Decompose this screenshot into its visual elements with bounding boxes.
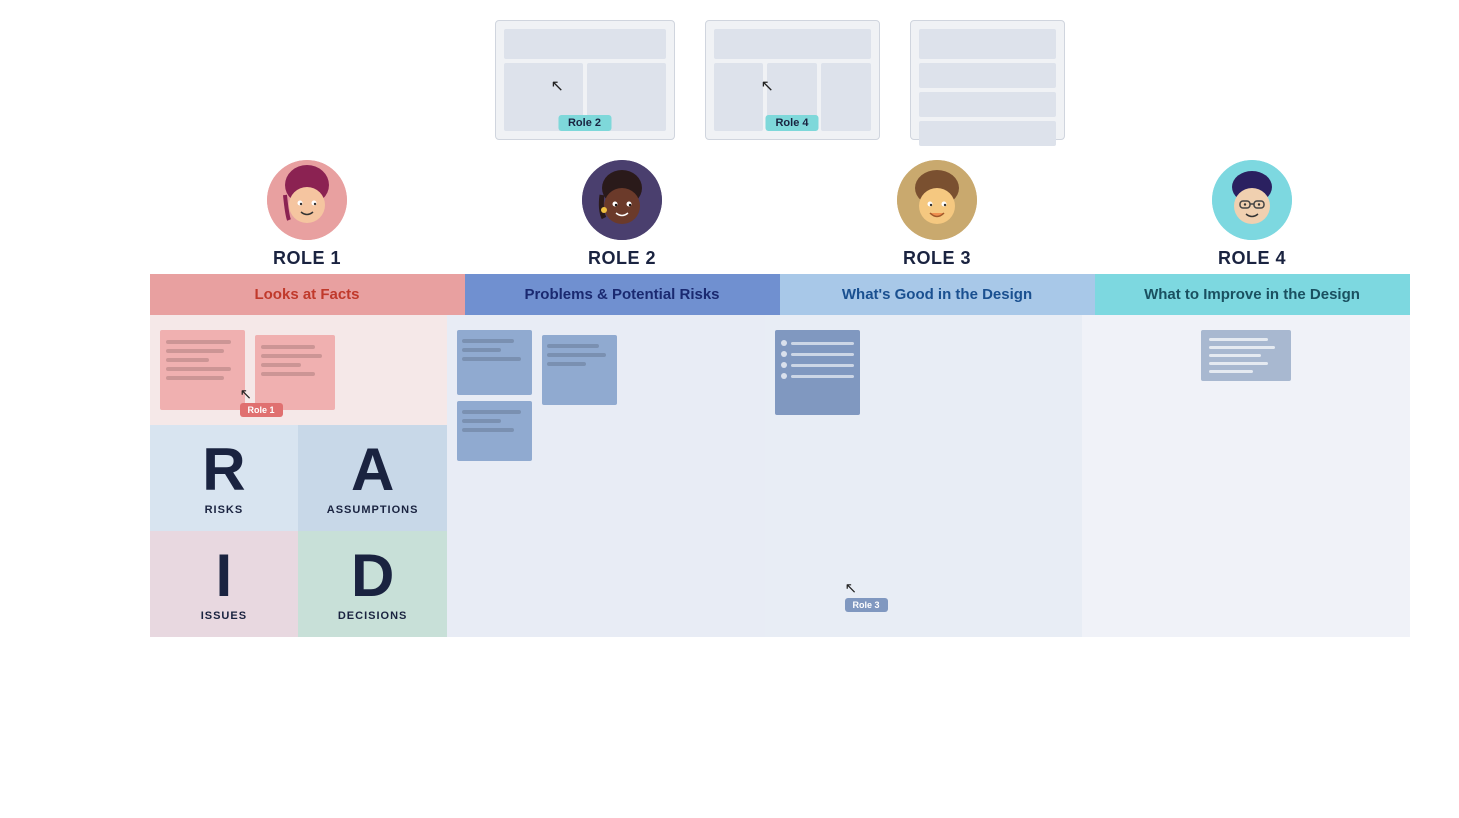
cursor-role3: ↖ <box>845 579 858 597</box>
raid-letter-d: D <box>351 546 394 606</box>
screen-mockup-1: ↖ Role 2 <box>495 20 675 140</box>
sticky-1 <box>160 330 245 410</box>
avatars-row: ROLE 1 <box>150 150 1410 274</box>
screen-inner-3 <box>911 21 1064 139</box>
role3-content: ↖ Role 3 <box>765 315 1083 637</box>
raid-letter-i: I <box>216 546 233 606</box>
screen-block-3d <box>919 121 1056 146</box>
bar-label-2: Problems & Potential Risks <box>524 286 719 303</box>
role-column-3: ROLE 3 <box>780 150 1095 274</box>
screen-block-3a <box>919 29 1056 59</box>
bar-label-4: What to Improve in the Design <box>1144 286 1360 303</box>
bar-label-1: Looks at Facts <box>254 286 359 303</box>
screen-block-2c <box>821 63 871 131</box>
role-column-2: ROLE 2 <box>465 150 780 274</box>
content-row: ↖ Role 1 <box>150 315 1410 637</box>
avatar-role1 <box>267 160 347 240</box>
role-title-2: ROLE 2 <box>588 248 656 269</box>
color-bar-4: What to Improve in the Design <box>1095 274 1410 315</box>
raid-i: I ISSUES <box>150 531 299 637</box>
screen-top-bar <box>504 29 666 59</box>
raid-word-r: RISKS <box>205 504 244 516</box>
role4-note <box>1201 330 1291 381</box>
screen-block-3c <box>919 92 1056 117</box>
raid-word-d: DECISIONS <box>338 610 408 622</box>
avatar-role4 <box>1212 160 1292 240</box>
screen-mockup-3 <box>910 20 1065 140</box>
cursor-role1: ↖ <box>240 385 253 403</box>
role-title-1: ROLE 1 <box>273 248 341 269</box>
bar-label-3: What's Good in the Design <box>842 286 1032 303</box>
screens-row: ↖ Role 2 ↖ Role 4 <box>495 20 1065 140</box>
role2-note-1 <box>457 330 532 395</box>
role-column-4: ROLE 4 <box>1095 150 1410 274</box>
raid-d: D DECISIONS <box>298 531 447 637</box>
sticky-2 <box>255 335 335 410</box>
raid-letter-r: R <box>202 440 245 500</box>
role-title-4: ROLE 4 <box>1218 248 1286 269</box>
screen-block-2a <box>714 63 764 131</box>
role3-note <box>775 330 860 415</box>
role4-content <box>1082 315 1410 637</box>
cursor-icon-2: ↖ <box>761 76 774 96</box>
raid-grid: R RISKS A ASSUMPTIONS I ISSUES D DECISIO… <box>150 425 448 637</box>
screen-top-2 <box>714 29 871 59</box>
screen-block-3b <box>919 63 1056 88</box>
raid-word-a: ASSUMPTIONS <box>327 504 419 516</box>
roles-section: ROLE 1 <box>150 150 1410 637</box>
note-label-role3: Role 3 <box>845 598 888 612</box>
color-bar-1: Looks at Facts <box>150 274 465 315</box>
color-bar-2: Problems & Potential Risks <box>465 274 780 315</box>
role1-content: ↖ Role 1 <box>150 315 448 637</box>
role-title-3: ROLE 3 <box>903 248 971 269</box>
screen-label-1: Role 2 <box>558 115 611 131</box>
role2-content <box>447 315 765 637</box>
main-container: ↖ Role 2 ↖ Role 4 <box>0 0 1459 818</box>
cursor-icon-1: ↖ <box>551 76 564 96</box>
screen-label-2: Role 4 <box>765 115 818 131</box>
raid-word-i: ISSUES <box>201 610 247 622</box>
role2-note-2 <box>457 401 532 461</box>
color-bar-3: What's Good in the Design <box>780 274 1095 315</box>
color-bars: Looks at Facts Problems & Potential Risk… <box>150 274 1410 315</box>
role-column-1: ROLE 1 <box>150 150 465 274</box>
screen-mockup-2: ↖ Role 4 <box>705 20 880 140</box>
role1-notes: ↖ Role 1 <box>150 315 448 425</box>
avatar-role3 <box>897 160 977 240</box>
raid-letter-a: A <box>351 440 394 500</box>
raid-r: R RISKS <box>150 425 299 531</box>
avatar-role2 <box>582 160 662 240</box>
raid-a: A ASSUMPTIONS <box>298 425 447 531</box>
role2-notes-left <box>457 330 532 461</box>
role2-note-3 <box>542 335 617 405</box>
note-label-role1: Role 1 <box>240 403 283 417</box>
